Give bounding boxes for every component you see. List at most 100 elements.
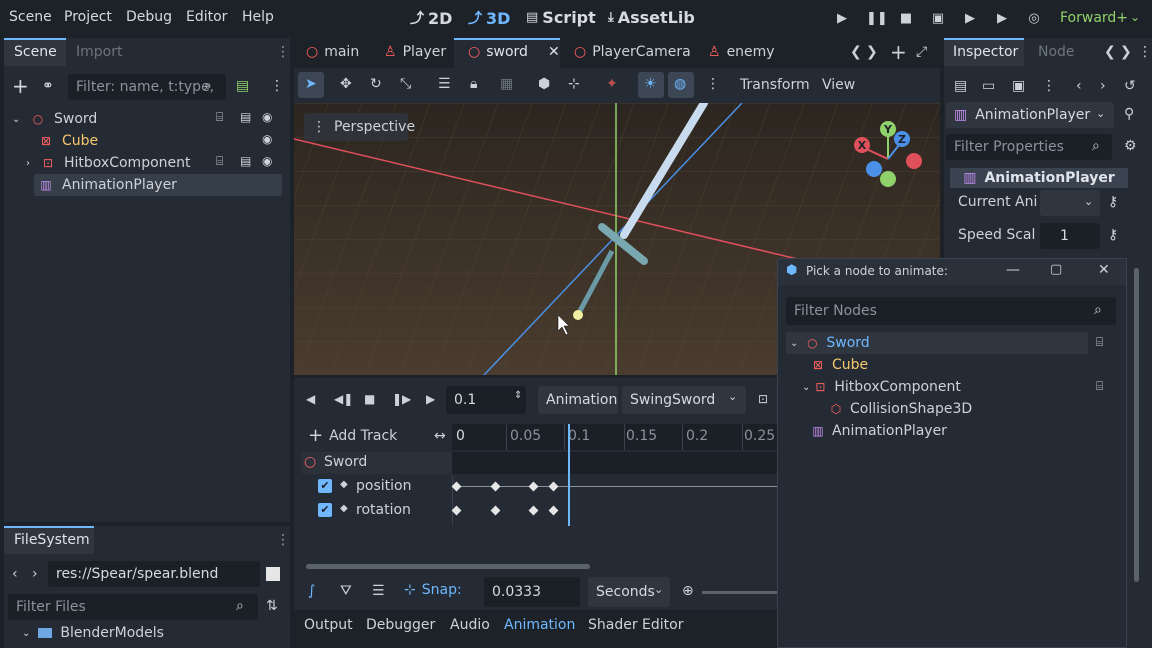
play-start-icon[interactable]: ❚▶ <box>392 392 411 406</box>
tab-enemy[interactable]: ♙ enemy <box>708 44 775 60</box>
inspector-scrollbar[interactable] <box>1134 268 1139 582</box>
play-custom-scene-icon[interactable]: ▶ <box>994 11 1010 27</box>
script-icon[interactable]: ▤ <box>240 110 251 124</box>
forward-icon[interactable]: › <box>32 566 38 582</box>
link-icon[interactable]: ⚭ <box>42 78 54 94</box>
resource-options-icon[interactable]: ⋮ <box>1042 78 1056 94</box>
environment-icon[interactable]: ◍ <box>674 76 686 92</box>
tabs-left-icon[interactable]: ❮ <box>850 44 862 60</box>
new-resource-icon[interactable]: ▤ <box>954 78 967 94</box>
resize-icon[interactable]: ↔ <box>434 428 446 444</box>
snap-object-icon[interactable]: ⬢ <box>538 76 550 92</box>
clapper-icon[interactable]: ⌸ <box>216 154 223 169</box>
maximize-icon[interactable]: ▢ <box>1050 262 1062 277</box>
view-menu[interactable]: View <box>822 77 855 93</box>
filesystem-path-input[interactable]: res://Spear/spear.blend <box>48 561 260 587</box>
renderer-dropdown[interactable]: Forward+ <box>1060 10 1128 26</box>
sun-icon[interactable]: ☀ <box>644 76 657 92</box>
tabs-left-icon[interactable]: ❮ <box>1104 44 1116 60</box>
keyframe-key-icon[interactable]: ⚷ <box>1108 227 1118 243</box>
scene-filter-input[interactable]: Filter: name, t:type, <box>68 74 226 100</box>
save-resource-icon[interactable]: ▣ <box>1012 78 1025 94</box>
history-forward-icon[interactable]: › <box>1100 78 1106 94</box>
inspector-filter-input[interactable]: Filter Properties <box>946 134 1112 160</box>
close-icon[interactable]: ✕ <box>548 44 560 60</box>
keyframe-key-icon[interactable]: ⚷ <box>1108 194 1118 210</box>
tab-import[interactable]: Import <box>76 44 122 60</box>
group-icon[interactable]: ▦ <box>500 76 513 92</box>
list-select-icon[interactable]: ☰ <box>438 76 451 92</box>
movie-maker-icon[interactable]: ◎ <box>1026 11 1042 27</box>
select-tool-icon[interactable]: ➤ <box>305 76 317 92</box>
dialog-node-collisionshape3d[interactable]: ⬡ CollisionShape3D <box>786 398 972 420</box>
animation-menu[interactable]: Animation <box>538 386 618 414</box>
play-scene-icon[interactable]: ▶ <box>962 11 978 27</box>
remote-debug-icon[interactable]: ▣ <box>930 11 946 27</box>
folder-item[interactable]: ⌄ BlenderModels <box>22 622 164 644</box>
tab-debugger[interactable]: Debugger <box>366 617 435 633</box>
add-track-button[interactable]: + Add Track <box>308 427 397 445</box>
timeline-scrollbar[interactable] <box>306 564 590 569</box>
tab-inspector[interactable]: Inspector <box>953 44 1018 60</box>
local-space-icon[interactable]: ⊹ <box>568 76 580 92</box>
script-icon[interactable]: ▤ <box>240 154 251 168</box>
stop-icon[interactable]: ■ <box>364 392 375 406</box>
speed-scale-input[interactable]: 1 <box>1040 223 1100 249</box>
play-icon[interactable]: ▶ <box>426 392 435 406</box>
scene-options-icon[interactable]: ⋮ <box>270 78 284 94</box>
scale-tool-icon[interactable]: ⤡ <box>400 76 411 92</box>
tree-item-animationplayer[interactable]: ▥ AnimationPlayer <box>34 174 282 196</box>
tree-item-cube[interactable]: ⊠ Cube ◉ <box>4 130 290 152</box>
history-icon[interactable]: ↺ <box>1124 78 1136 94</box>
rotate-tool-icon[interactable]: ↻ <box>370 76 382 92</box>
tab-main[interactable]: ○ main <box>306 44 359 60</box>
tab-output[interactable]: Output <box>304 617 353 633</box>
tree-item-hitboxcomponent[interactable]: › ⊡ HitboxComponent ⌸ ▤ ◉ <box>4 152 290 174</box>
dialog-node-sword[interactable]: ⌄ ○ Sword <box>786 332 1088 354</box>
tab-shader-editor[interactable]: Shader Editor <box>588 617 683 633</box>
add-node-icon[interactable]: + <box>12 76 29 96</box>
zoom-slider[interactable] <box>702 591 782 594</box>
viewport-options-icon[interactable]: ⋮ <box>706 76 720 92</box>
visibility-icon[interactable]: ◉ <box>262 132 272 146</box>
back-icon[interactable]: ‹ <box>12 566 18 582</box>
visibility-icon[interactable]: ◉ <box>262 154 272 168</box>
axis-gizmo[interactable]: Y X Z <box>850 119 926 191</box>
workspace-assetlib-button[interactable]: ⤓ AssetLib <box>608 8 695 27</box>
tabs-right-icon[interactable]: ❯ <box>866 44 878 60</box>
node-link-icon[interactable]: ⚲ <box>1124 106 1134 122</box>
open-resource-icon[interactable]: ▭ <box>982 78 995 94</box>
workspace-3d-button[interactable]: ⤴ 3D <box>468 8 510 28</box>
menu-debug[interactable]: Debug <box>126 9 172 25</box>
play-backwards-icon[interactable]: ◀❚ <box>334 392 353 406</box>
transform-menu[interactable]: Transform <box>740 77 810 93</box>
node-type-select[interactable]: ▥ AnimationPlayer ⌄ <box>946 102 1114 128</box>
tabs-right-icon[interactable]: ❯ <box>1120 44 1132 60</box>
tab-filesystem[interactable]: FileSystem <box>14 532 90 548</box>
sort-icon[interactable]: ⇅ <box>266 598 278 614</box>
tab-player[interactable]: ♙ Player <box>384 44 446 60</box>
workspace-script-button[interactable]: ▤ Script <box>526 8 596 27</box>
stop-icon[interactable]: ■ <box>898 11 914 27</box>
menu-project[interactable]: Project <box>64 9 112 25</box>
menu-editor[interactable]: Editor <box>186 9 227 25</box>
tree-item-sword[interactable]: ⌄ ○ Sword ⌸ ▤ ◉ <box>4 108 290 130</box>
bezier-icon[interactable]: ∫ <box>308 583 315 599</box>
snap-toggle[interactable]: ⊹ Snap: <box>404 582 462 598</box>
tools-icon[interactable]: ⚙ <box>1124 138 1137 154</box>
snap-unit-select[interactable]: Seconds ⌄ <box>588 577 670 607</box>
visibility-icon[interactable]: ◉ <box>262 110 272 124</box>
pause-icon[interactable]: ❚❚ <box>866 11 888 27</box>
minimize-icon[interactable]: — <box>1006 262 1020 278</box>
workspace-2d-button[interactable]: ⤴ 2D <box>410 8 452 28</box>
dock-menu-icon[interactable]: ⋮ <box>276 44 290 60</box>
distraction-free-icon[interactable]: ⤢ <box>916 44 927 60</box>
checkbox-icon[interactable]: ✔ <box>318 479 332 493</box>
dock-menu-icon[interactable]: ⋮ <box>1138 44 1152 60</box>
add-tab-icon[interactable]: + <box>890 40 907 64</box>
bone-icon[interactable]: ✦ <box>606 76 618 92</box>
perspective-menu[interactable]: ⋮ Perspective <box>304 113 415 141</box>
menu-help[interactable]: Help <box>242 9 274 25</box>
layout-toggle-icon[interactable] <box>266 567 280 581</box>
inspector-section-header[interactable]: ▥ AnimationPlayer <box>950 168 1128 188</box>
